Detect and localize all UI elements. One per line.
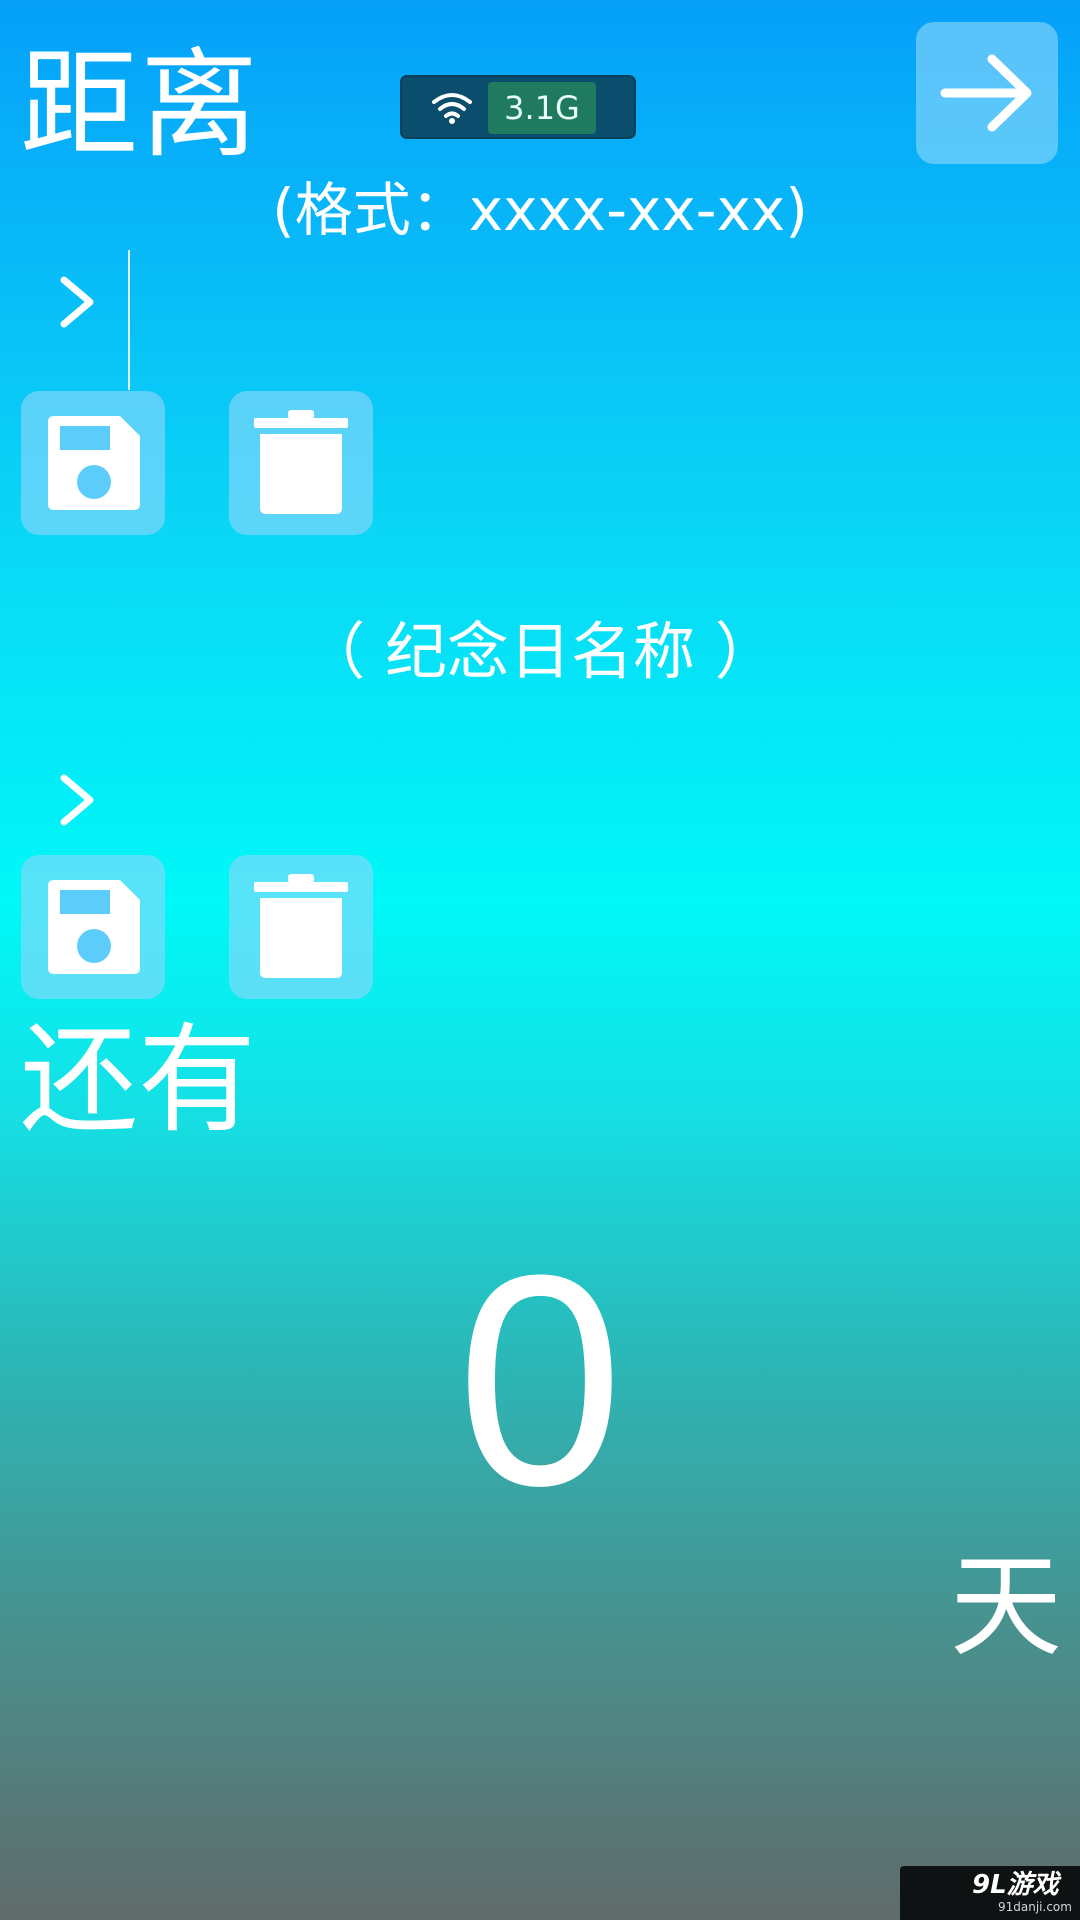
- floppy-disk-icon: [48, 416, 140, 510]
- save-name-button[interactable]: [21, 855, 165, 999]
- next-button[interactable]: [916, 22, 1058, 164]
- network-status-indicator: 3.1G: [400, 75, 636, 139]
- watermark-brand: 9L游戏: [972, 1870, 1059, 1900]
- chevron-right-icon[interactable]: [52, 770, 102, 830]
- delete-date-button[interactable]: [229, 391, 373, 535]
- delete-name-button[interactable]: [229, 855, 373, 999]
- days-unit: 天: [950, 1542, 1062, 1672]
- network-speed: 3.1G: [488, 82, 596, 134]
- chevron-right-icon[interactable]: [52, 272, 102, 332]
- trash-icon: [254, 874, 348, 978]
- watermark-url: 91danji.com: [998, 1900, 1072, 1914]
- trash-icon: [254, 410, 348, 514]
- date-input-cursor[interactable]: [128, 250, 130, 390]
- arrow-right-icon: [940, 54, 1032, 132]
- floppy-disk-icon: [48, 880, 140, 974]
- days-count: 0: [456, 1212, 624, 1548]
- wifi-icon: [432, 93, 472, 124]
- date-format-hint: (格式：xxxx-xx-xx): [272, 176, 808, 244]
- save-date-button[interactable]: [21, 391, 165, 535]
- page-title: 距离: [20, 36, 261, 174]
- watermark-logo: 9L游戏 91danji.com: [900, 1866, 1080, 1920]
- anniversary-name-hint: （ 纪念日名称 ）: [303, 615, 777, 688]
- remaining-label: 还有: [20, 1011, 257, 1149]
